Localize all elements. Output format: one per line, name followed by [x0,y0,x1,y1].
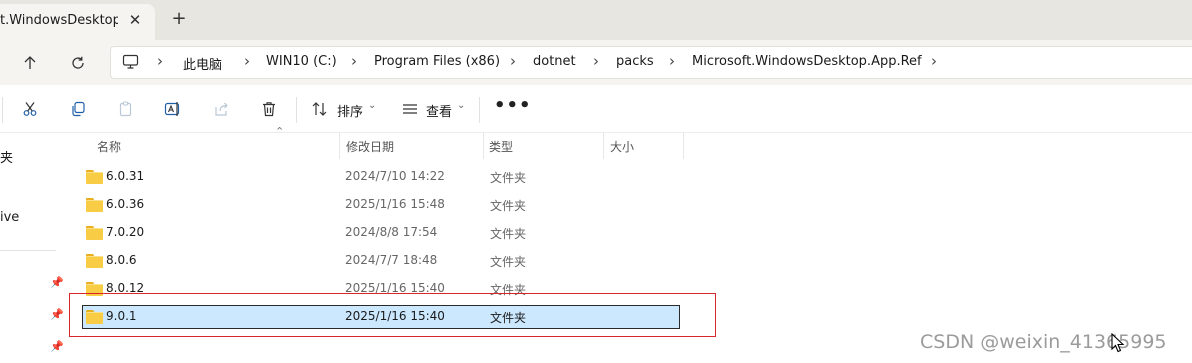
breadcrumb-item[interactable]: 此电脑 [183,54,222,73]
breadcrumb-separator-icon[interactable]: › [510,52,516,70]
column-separator[interactable] [603,133,604,159]
file-date: 2025/1/16 15:48 [345,197,445,211]
folder-icon [86,254,103,268]
copy-icon[interactable] [67,98,89,120]
share-icon[interactable] [211,98,233,120]
file-name: 7.0.20 [106,225,145,239]
tab-strip: t.WindowsDesktop.Ap ✕ + [0,0,1192,40]
sort-icon[interactable] [309,98,331,120]
file-type: 文件夹 [490,171,527,185]
chevron-down-icon: ⌄ [457,100,466,111]
delete-icon[interactable] [258,98,280,120]
file-row[interactable]: 8.0.6 2024/7/7 18:48 文件夹 [82,249,680,273]
navigation-pane: 夹 ive 📌 📌 📌 [0,133,66,363]
pin-icon: 📌 [50,340,64,353]
file-date: 2024/7/7 18:48 [345,253,438,267]
breadcrumb-item[interactable]: Program Files (x86) [374,54,500,69]
file-row[interactable]: 7.0.20 2024/8/8 17:54 文件夹 [82,221,680,245]
folder-icon [86,198,103,212]
sort-ascending-icon: ⌃ [275,125,285,138]
pin-icon: 📌 [50,308,64,321]
more-options-button[interactable]: ••• [494,95,532,116]
breadcrumb-item[interactable]: dotnet [533,54,576,69]
breadcrumb-item[interactable]: WIN10 (C:) [266,54,337,69]
breadcrumb-item[interactable]: Microsoft.WindowsDesktop.App.Ref [692,54,922,69]
column-separator[interactable] [683,133,684,159]
file-row[interactable]: 6.0.31 2024/7/10 14:22 文件夹 [82,165,680,189]
column-date[interactable]: 修改日期 [346,138,394,155]
file-date: 2024/8/8 17:54 [345,225,438,239]
folder-icon [86,170,103,184]
up-arrow-icon[interactable] [18,51,42,75]
watermark: CSDN @weixin_41365995 [920,331,1167,353]
file-type: 文件夹 [490,255,527,269]
sort-button[interactable]: 排序 [337,101,363,120]
refresh-icon[interactable] [66,51,90,75]
tab-active[interactable]: t.WindowsDesktop.Ap ✕ [0,4,155,40]
column-type[interactable]: 类型 [489,138,513,155]
file-name: 6.0.36 [106,197,145,211]
close-icon[interactable]: ✕ [126,11,144,29]
tab-title: t.WindowsDesktop.Ap [0,13,118,28]
chevron-down-icon: ⌄ [368,100,377,111]
breadcrumb-separator-icon[interactable]: › [669,52,675,70]
divider [0,250,56,251]
highlight-annotation [69,293,716,337]
file-row[interactable]: 6.0.36 2025/1/16 15:48 文件夹 [82,193,680,217]
address-bar[interactable]: › 此电脑 › WIN10 (C:) › Program Files (x86)… [110,46,1192,79]
breadcrumb-separator-icon[interactable]: › [244,52,250,70]
breadcrumb-separator-icon[interactable]: › [351,52,357,70]
divider [2,97,3,123]
file-type: 文件夹 [490,227,527,241]
divider [479,97,480,123]
sidebar-item-label[interactable]: ive [0,210,19,225]
column-header: ⌃ 名称 修改日期 类型 大小 [66,125,1192,159]
column-size[interactable]: 大小 [610,138,634,155]
mouse-cursor-icon [1111,332,1125,357]
navigation-bar: › 此电脑 › WIN10 (C:) › Program Files (x86)… [0,40,1192,85]
column-separator[interactable] [483,133,484,159]
file-name: 8.0.6 [106,253,137,267]
file-date: 2024/7/10 14:22 [345,169,445,183]
folder-icon [86,226,103,240]
command-bar: 排序 ⌄ 查看 ⌄ ••• [0,85,1192,133]
file-name: 6.0.31 [106,169,145,183]
view-button[interactable]: 查看 [426,101,452,120]
breadcrumb-item[interactable]: packs [616,54,654,69]
divider [296,97,297,123]
breadcrumb-separator-icon[interactable]: › [931,52,937,70]
sidebar-item-label[interactable]: 夹 [0,147,13,166]
rename-icon[interactable] [162,98,184,120]
view-icon[interactable] [399,98,421,120]
breadcrumb-separator-icon[interactable]: › [157,52,163,70]
new-tab-button[interactable]: + [168,8,190,30]
pin-icon: 📌 [50,276,64,289]
paste-icon[interactable] [115,98,137,120]
cut-icon[interactable] [19,98,41,120]
breadcrumb-separator-icon[interactable]: › [593,52,599,70]
computer-icon [122,54,139,74]
column-separator[interactable] [339,133,340,159]
column-name[interactable]: 名称 [97,138,121,155]
file-type: 文件夹 [490,199,527,213]
